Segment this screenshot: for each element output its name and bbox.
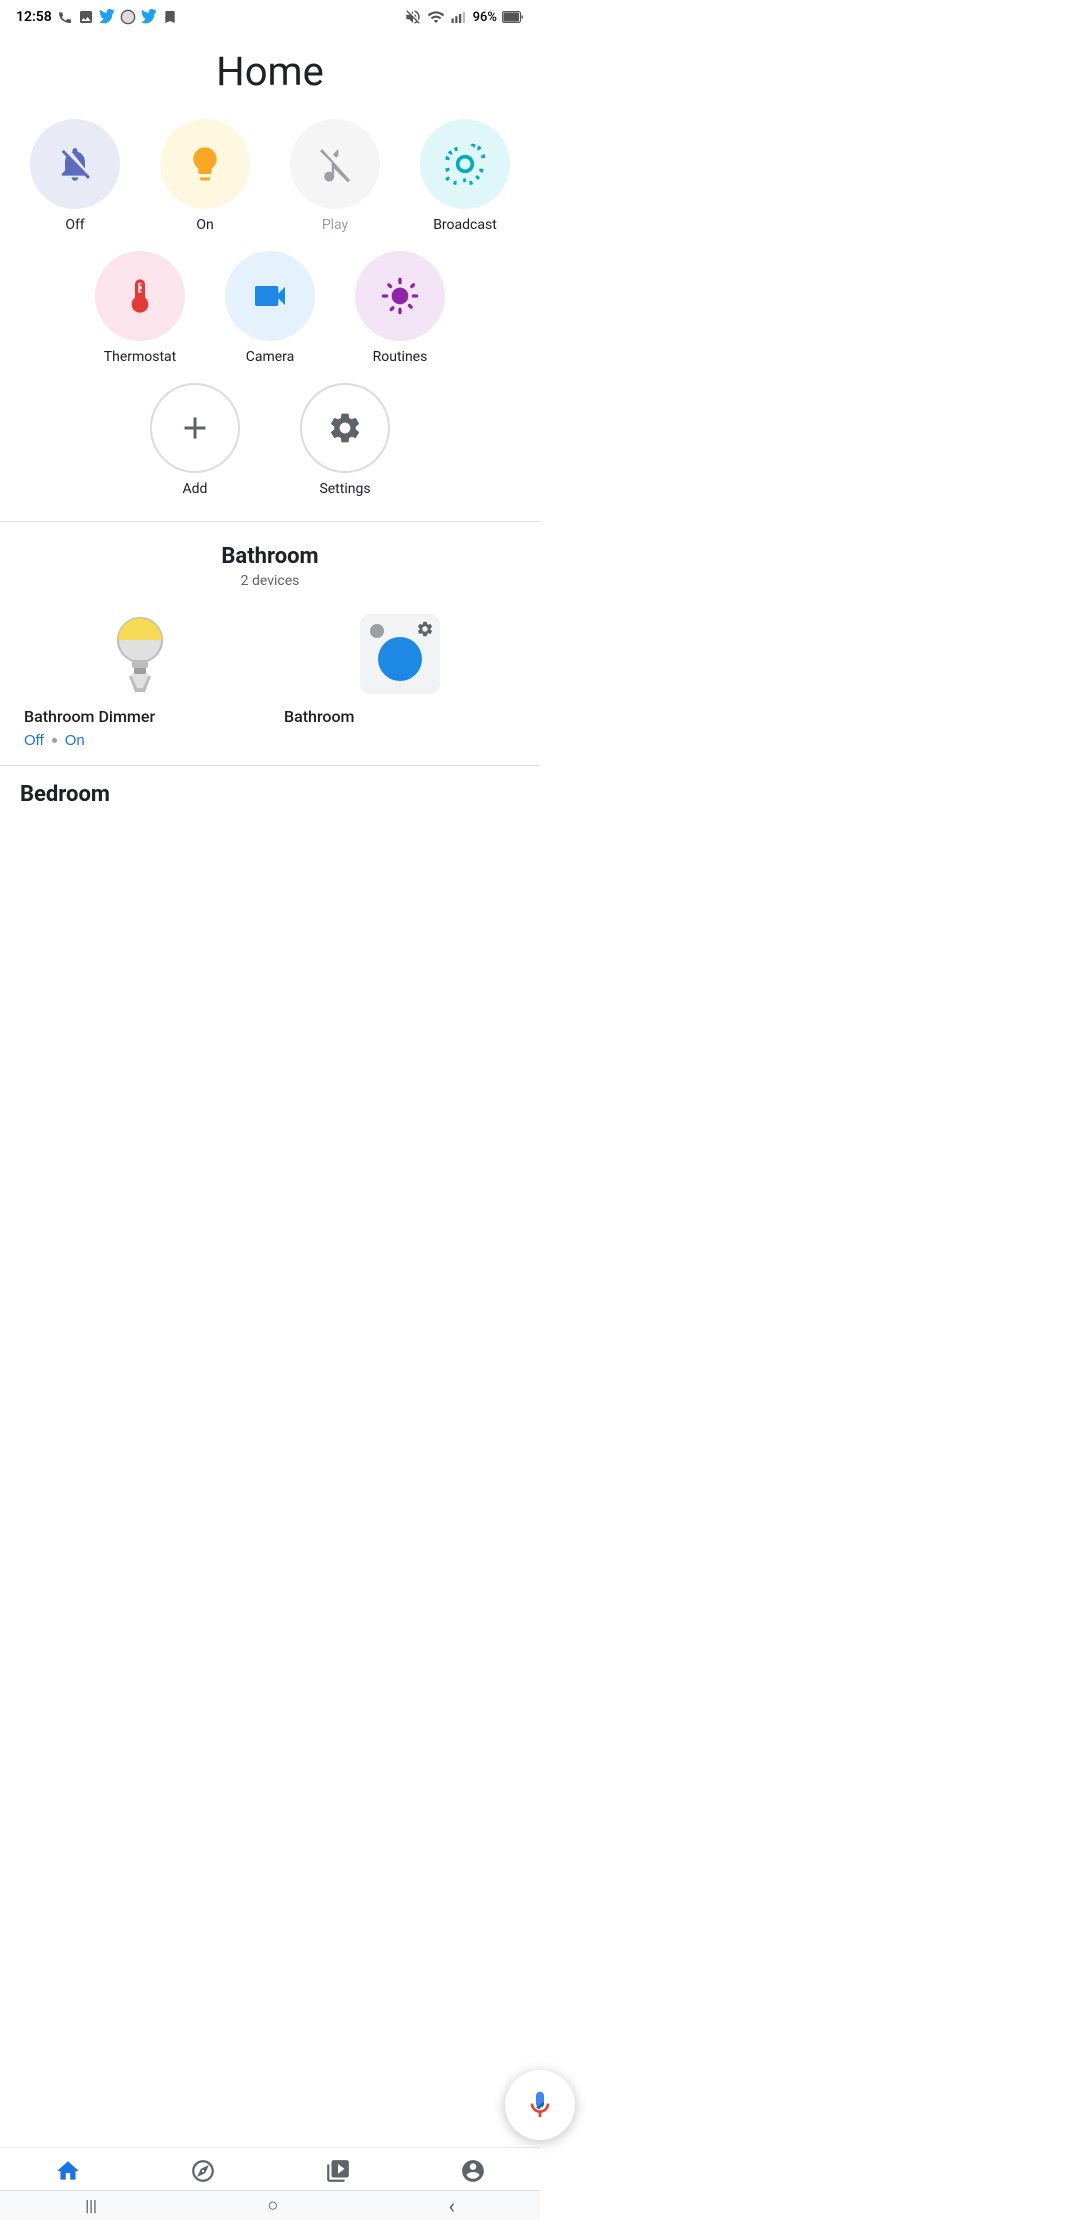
device-settings-icon (416, 620, 434, 638)
shortcut-camera-label: Camera (246, 349, 295, 365)
section-divider (0, 521, 540, 522)
dimmer-on-btn[interactable]: On (65, 732, 85, 749)
broadcast-icon-circle (420, 119, 510, 209)
partial-room-name2: dr (46, 782, 66, 807)
android-home[interactable]: ○ (267, 2195, 278, 2216)
android-nav: ||| ○ ‹ (0, 2190, 540, 2220)
control-separator (52, 738, 57, 743)
mic-fab-button[interactable] (505, 2070, 575, 2140)
bell-off-icon (55, 144, 95, 184)
dimmer-controls: Off On (20, 732, 85, 749)
shortcuts-row3: Add Settings (0, 383, 540, 497)
android-recents[interactable]: ||| (85, 2196, 97, 2215)
room-partial-section: Bedroom (0, 765, 540, 807)
status-time: 12:58 (16, 9, 52, 25)
shortcut-broadcast[interactable]: Broadcast (420, 119, 510, 233)
on-icon-circle (160, 119, 250, 209)
bathroom-device-icon-area (280, 609, 520, 699)
play-icon-circle (290, 119, 380, 209)
broadcast-icon (443, 142, 487, 186)
music-off-icon (315, 144, 355, 184)
dimmer-device-name: Bathroom Dimmer (20, 707, 155, 726)
battery-level: 96% (473, 10, 497, 25)
shortcut-on[interactable]: On (160, 119, 250, 233)
shortcut-thermostat-label: Thermostat (104, 349, 177, 365)
gear-icon (327, 410, 363, 446)
account-nav-icon (460, 2158, 486, 2184)
signal-icon (450, 8, 468, 26)
shortcut-thermostat[interactable]: Thermostat (95, 251, 185, 365)
shortcut-off-label: Off (65, 217, 84, 233)
device-dot (370, 624, 384, 638)
bottom-nav (0, 2147, 540, 2190)
page-title: Home (0, 48, 540, 95)
media-nav-icon (325, 2158, 351, 2184)
shortcut-add[interactable]: Add (150, 383, 240, 497)
camera-icon-circle (225, 251, 315, 341)
shortcut-settings-label: Settings (319, 481, 370, 497)
shortcut-settings[interactable]: Settings (300, 383, 390, 497)
room-name: Bathroom (20, 544, 520, 569)
twitter2-icon (141, 9, 157, 25)
routines-icon-circle (355, 251, 445, 341)
brightness-icon (380, 276, 420, 316)
dimmer-bulb-icon (105, 612, 175, 697)
settings-icon-circle (300, 383, 390, 473)
battery-icon (502, 11, 524, 23)
shortcut-routines-label: Routines (373, 349, 428, 365)
add-icon-circle (150, 383, 240, 473)
device-main-circle (378, 637, 422, 681)
shortcut-play-label: Play (322, 217, 348, 233)
shortcut-off[interactable]: Off (30, 119, 120, 233)
partial-room-name: Be (20, 782, 46, 807)
shortcut-on-label: On (196, 217, 213, 233)
bathroom-device-card-icon (360, 614, 440, 694)
nav-media[interactable] (325, 2158, 351, 2184)
device-bathroom-dimmer[interactable]: Bathroom Dimmer Off On (20, 609, 260, 749)
mute-icon (404, 8, 422, 26)
microphone-icon (524, 2089, 556, 2121)
explore-nav-icon (190, 2158, 216, 2184)
ball-icon (120, 9, 136, 25)
image-icon (78, 9, 94, 25)
dimmer-off-btn[interactable]: Off (24, 732, 44, 749)
phone-icon (57, 9, 73, 25)
shortcut-add-label: Add (183, 481, 208, 497)
partial-room-name3: oom (66, 782, 110, 807)
thermostat-icon-circle (95, 251, 185, 341)
status-right: 96% (404, 8, 524, 26)
videocam-icon (250, 276, 290, 316)
device-bathroom[interactable]: Bathroom (280, 609, 520, 749)
thermometer-icon (120, 276, 160, 316)
add-icon (177, 410, 213, 446)
nav-home[interactable] (55, 2158, 81, 2184)
twitter-icon (99, 9, 115, 25)
mic-fab-container (505, 2070, 575, 2140)
shortcut-camera[interactable]: Camera (225, 251, 315, 365)
shortcuts-row2: Thermostat Camera Routines (0, 251, 540, 365)
bookmark-icon (162, 9, 178, 25)
nav-explore[interactable] (190, 2158, 216, 2184)
shortcut-play[interactable]: Play (290, 119, 380, 233)
page-header: Home (0, 30, 540, 119)
status-bar: 12:58 96% (0, 0, 540, 30)
status-left: 12:58 (16, 9, 178, 25)
wifi-icon (427, 8, 445, 26)
room-device-count: 2 devices (20, 573, 520, 589)
android-back[interactable]: ‹ (449, 2194, 455, 2218)
nav-account[interactable] (460, 2158, 486, 2184)
shortcuts-row1: Off On Play Broadcast (0, 119, 540, 233)
bathroom-device-name: Bathroom (280, 707, 355, 726)
devices-row: Bathroom Dimmer Off On (20, 609, 520, 749)
shortcut-broadcast-label: Broadcast (433, 217, 497, 233)
lightbulb-icon (185, 144, 225, 184)
room-bathroom: Bathroom 2 devices (0, 544, 540, 749)
dimmer-icon-area (20, 609, 260, 699)
shortcut-routines[interactable]: Routines (355, 251, 445, 365)
home-nav-icon (55, 2158, 81, 2184)
off-icon-circle (30, 119, 120, 209)
